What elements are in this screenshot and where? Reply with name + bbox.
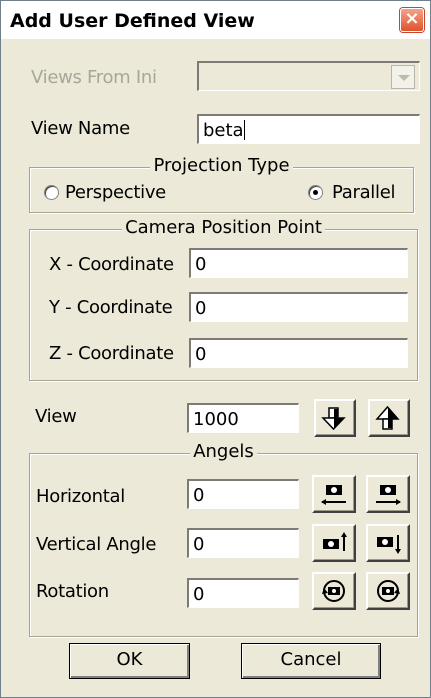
vertical-angle-label: Vertical Angle	[36, 534, 157, 555]
x-coordinate-input[interactable]: 0	[189, 248, 408, 278]
camera-down-icon	[377, 535, 401, 554]
close-button[interactable]: ×	[400, 8, 424, 32]
vertical-angle-input[interactable]: 0	[187, 528, 299, 558]
title-bar[interactable]: Add User Defined View ×	[1, 1, 430, 39]
z-coordinate-input[interactable]: 0	[189, 338, 408, 368]
text-caret	[243, 120, 245, 140]
rotate-ccw-button[interactable]	[312, 572, 356, 610]
parallel-radio[interactable]	[308, 185, 323, 200]
y-coordinate-input[interactable]: 0	[189, 292, 408, 322]
chevron-down-icon[interactable]	[391, 65, 415, 89]
camera-down-button[interactable]	[366, 524, 410, 562]
camera-position-legend: Camera Position Point	[30, 217, 417, 238]
rotation-label: Rotation	[36, 581, 109, 602]
camera-rotate-cw-icon	[377, 580, 400, 602]
rotate-cw-button[interactable]	[366, 572, 410, 610]
camera-up-icon	[323, 532, 347, 551]
x-coordinate-label: X - Coordinate	[49, 254, 174, 275]
horizontal-angle-input[interactable]: 0	[187, 479, 299, 509]
horizontal-label: Horizontal	[36, 486, 125, 507]
camera-right-button[interactable]	[366, 475, 410, 513]
parallel-label[interactable]: Parallel	[332, 182, 395, 203]
camera-left-button[interactable]	[312, 475, 356, 513]
cancel-button[interactable]: Cancel	[241, 643, 381, 679]
z-coordinate-label: Z - Coordinate	[49, 343, 174, 364]
views-from-ini-select[interactable]	[197, 61, 420, 91]
move-up-button[interactable]	[368, 399, 410, 437]
rotation-input[interactable]: 0	[187, 578, 299, 608]
move-down-button[interactable]	[314, 399, 356, 437]
angels-legend: Angels	[30, 441, 417, 462]
add-user-defined-view-dialog: Add User Defined View × Views From Ini V…	[0, 0, 431, 698]
view-label: View	[35, 406, 77, 427]
projection-type-legend: Projection Type	[30, 155, 413, 176]
perspective-radio[interactable]	[44, 185, 59, 200]
view-name-label: View Name	[31, 118, 130, 139]
ok-button[interactable]: OK	[69, 643, 190, 679]
arrow-up-icon	[375, 405, 400, 430]
camera-left-icon	[321, 485, 346, 505]
perspective-label[interactable]: Perspective	[65, 182, 166, 203]
camera-right-icon	[376, 485, 401, 505]
dialog-title: Add User Defined View	[10, 10, 255, 32]
view-distance-input[interactable]: 1000	[187, 403, 299, 433]
arrow-down-icon	[321, 407, 346, 431]
camera-up-button[interactable]	[312, 524, 356, 562]
views-from-ini-label: Views From Ini	[31, 67, 157, 88]
view-name-input[interactable]: beta	[197, 114, 420, 144]
y-coordinate-label: Y - Coordinate	[49, 297, 173, 318]
view-name-value: beta	[203, 120, 244, 141]
camera-rotate-ccw-icon	[322, 580, 345, 602]
